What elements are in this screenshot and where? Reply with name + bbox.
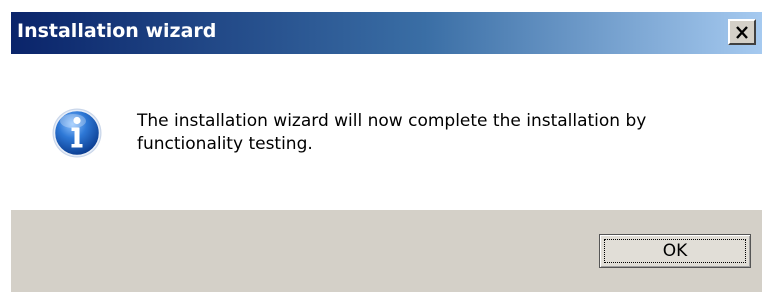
dialog-message: The installation wizard will now complet… [137,111,647,154]
title-bar[interactable]: Installation wizard [11,12,762,54]
dialog-content: The installation wizard will now complet… [11,54,762,210]
ok-button[interactable]: OK [599,234,751,268]
close-button[interactable] [728,19,756,45]
information-icon [52,108,102,158]
window-title: Installation wizard [17,20,217,42]
dialog-window: Installation wizard The installation wiz… [10,12,762,292]
ok-button-label: OK [662,241,688,261]
close-x-icon [736,25,748,39]
dialog-footer: OK [11,210,762,292]
